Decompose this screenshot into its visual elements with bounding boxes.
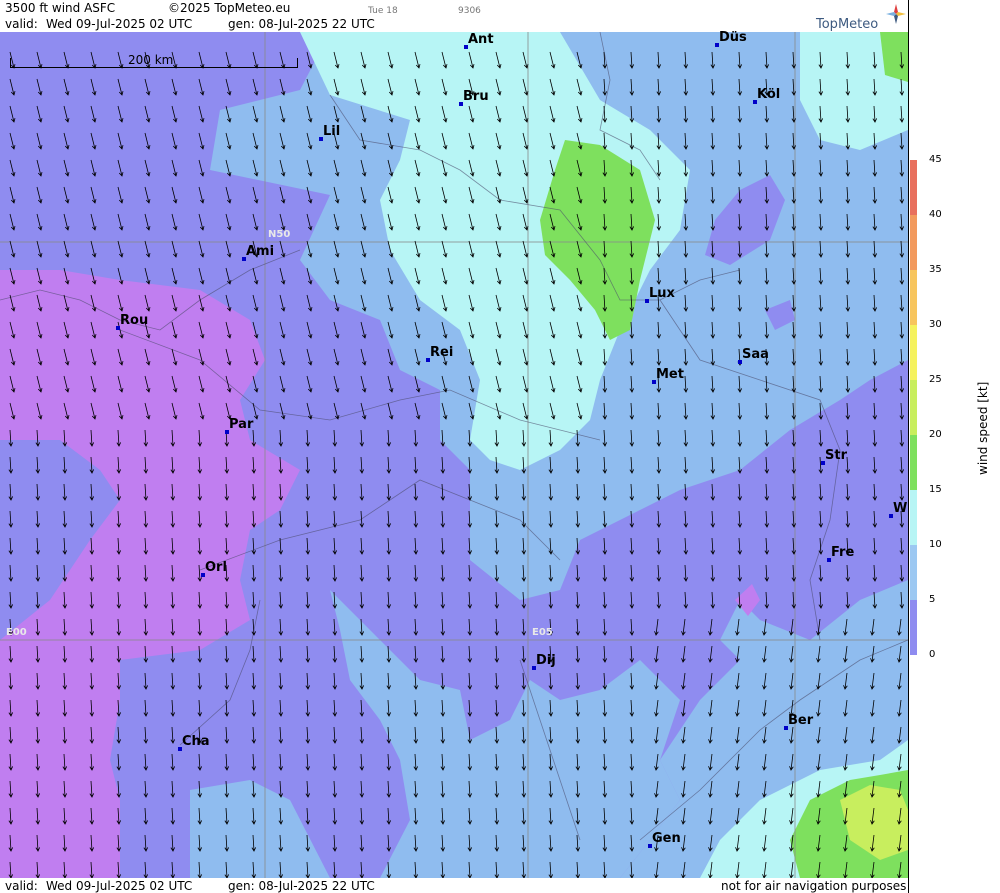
wind-map[interactable]: N50 E00 E05 xyxy=(0,32,908,878)
city-label-cha[interactable]: Cha xyxy=(182,735,210,748)
legend-title: wind speed [kt] xyxy=(976,381,990,475)
city-label-met[interactable]: Met xyxy=(656,368,684,381)
city-label-rou[interactable]: Rou xyxy=(120,314,148,327)
city-label-dij[interactable]: Dij xyxy=(536,654,556,667)
lat-label-n50: N50 xyxy=(268,229,291,240)
city-label-ami[interactable]: Ami xyxy=(246,245,274,258)
footer-disclaimer: not for air navigation purposes xyxy=(721,879,907,893)
city-label-w[interactable]: W xyxy=(893,502,907,515)
wind-field-svg xyxy=(0,32,908,878)
valid-date: Wed 09-Jul-2025 02 UTC xyxy=(46,17,193,31)
legend-tick-label: 40 xyxy=(929,209,942,220)
city-label-rei[interactable]: Rei xyxy=(430,346,453,359)
city-label-kol[interactable]: Köl xyxy=(757,88,780,101)
legend-tick-label: 15 xyxy=(929,484,942,495)
city-label-fre[interactable]: Fre xyxy=(831,546,854,559)
city-label-orl[interactable]: Orl xyxy=(205,561,227,574)
small-day-label: Tue 18 xyxy=(368,6,398,16)
footer-generated: gen: 08-Jul-2025 22 UTC xyxy=(228,879,375,893)
legend-tick-label: 0 xyxy=(929,649,936,660)
map-frame-edge xyxy=(908,0,909,893)
legend-color-segment xyxy=(910,160,917,215)
map-title: 3500 ft wind ASFC xyxy=(5,1,116,15)
brand-logo-text: TopMeteo xyxy=(816,17,879,32)
legend-color-segment xyxy=(910,600,917,655)
legend-color-segment xyxy=(910,490,917,545)
legend-tick-label: 45 xyxy=(929,154,942,165)
city-label-saa[interactable]: Saa xyxy=(742,348,769,361)
city-label-par[interactable]: Par xyxy=(229,418,253,431)
generated-time: gen: 08-Jul-2025 22 UTC xyxy=(228,17,375,31)
city-label-str[interactable]: Str xyxy=(825,449,847,462)
city-label-lil[interactable]: Lil xyxy=(323,125,340,138)
footer-valid-prefix: valid: xyxy=(5,879,38,893)
legend-tick-label: 5 xyxy=(929,594,936,605)
legend-color-segment xyxy=(910,215,917,270)
legend-color-segment xyxy=(910,545,917,600)
city-label-ant[interactable]: Ant xyxy=(468,33,494,46)
city-label-ber[interactable]: Ber xyxy=(788,714,813,727)
legend-color-segment xyxy=(910,435,917,490)
legend-tick-label: 30 xyxy=(929,319,942,330)
legend-color-segment xyxy=(910,270,917,325)
legend-tick-label: 25 xyxy=(929,374,942,385)
legend-tick-label: 20 xyxy=(929,429,942,440)
legend-color-segment xyxy=(910,380,917,435)
footer-valid-date: Wed 09-Jul-2025 02 UTC xyxy=(46,879,193,893)
small-code-label: 9306 xyxy=(458,6,481,16)
city-label-lux[interactable]: Lux xyxy=(649,287,675,300)
city-label-bru[interactable]: Bru xyxy=(463,90,489,103)
city-label-gen[interactable]: Gen xyxy=(652,832,681,845)
legend-color-segment xyxy=(910,325,917,380)
lon-label-e00: E00 xyxy=(6,627,27,638)
legend-tick-label: 35 xyxy=(929,264,942,275)
scale-bar-label: 200 km xyxy=(128,53,174,67)
legend-tick-label: 10 xyxy=(929,539,942,550)
lon-label-e05: E05 xyxy=(532,627,553,638)
copyright-text: ©2025 TopMeteo.eu xyxy=(168,1,291,15)
city-label-dus[interactable]: Düs xyxy=(719,31,747,44)
valid-prefix: valid: xyxy=(5,17,38,31)
